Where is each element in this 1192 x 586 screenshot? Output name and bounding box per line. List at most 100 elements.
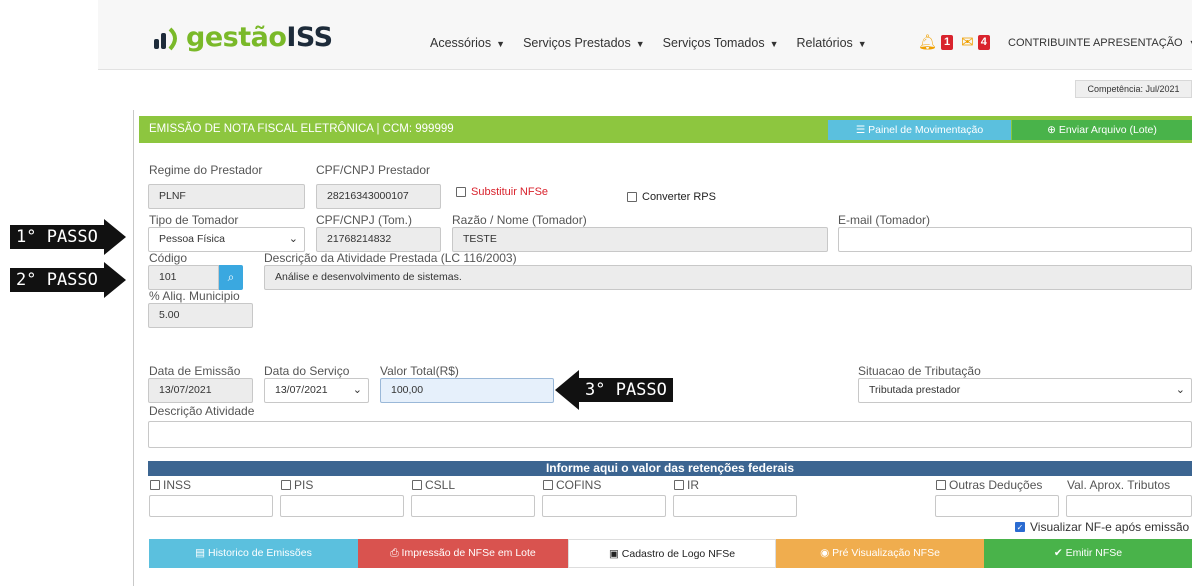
cofins-input[interactable] [542, 495, 666, 517]
ir-input[interactable] [673, 495, 797, 517]
data-servico-select[interactable]: 13/07/2021 ⌄ [264, 378, 369, 403]
competencia-label: Competência: Jul/2021 [1075, 80, 1192, 98]
cpf-tomador-label: CPF/CNPJ (Tom.) [316, 213, 412, 227]
envelope-icon[interactable]: ✉︎ [961, 33, 974, 51]
enviar-arquivo-button[interactable]: ⊕ Enviar Arquivo (Lote) [1012, 120, 1192, 140]
outras-deducoes-checkbox[interactable]: Outras Deduções [936, 478, 1042, 492]
arrow-right-icon [103, 262, 126, 298]
nav-servicos-prestados[interactable]: Serviços Prestados ▼ [523, 36, 645, 50]
situacao-label: Situacao de Tributação [858, 364, 981, 378]
pis-checkbox[interactable]: PIS [281, 478, 313, 492]
caret-down-icon: ▼ [857, 39, 867, 49]
search-codigo-button[interactable]: ⌕ [219, 265, 243, 290]
checkbox-icon [543, 480, 553, 490]
aliq-field: 5.00 [148, 303, 253, 328]
valor-total-label: Valor Total(R$) [380, 364, 459, 378]
list-icon: ▤ [195, 547, 208, 559]
gestaoiss-logo[interactable]: gestãoISS [152, 22, 333, 53]
print-icon: ⎙ [390, 547, 402, 559]
image-icon: ▣ [608, 548, 622, 560]
ir-checkbox[interactable]: IR [674, 478, 699, 492]
emitir-nfse-button[interactable]: ✔ Emitir NFSe [984, 539, 1192, 568]
step1-arrow: 1° PASSO [10, 219, 126, 255]
logo-bars-icon [154, 27, 177, 50]
main-nav: Acessórios ▼ Serviços Prestados ▼ Serviços… [430, 36, 885, 50]
checkbox-checked-icon: ✓ [1015, 522, 1025, 532]
caret-down-icon: ▼ [1189, 38, 1192, 48]
arrow-right-icon [103, 219, 126, 255]
nav-acessorios[interactable]: Acessórios ▼ [430, 36, 505, 50]
descricao-textarea[interactable] [148, 421, 1192, 448]
logo-text-gestao: gestão [186, 22, 287, 53]
checkbox-icon [412, 480, 422, 490]
step2-label: 2° PASSO [10, 268, 104, 292]
checkbox-icon [456, 187, 466, 197]
razao-input[interactable]: TESTE [452, 227, 828, 252]
val-aprox-input[interactable] [1066, 495, 1192, 517]
historico-emissoes-button[interactable]: ▤ Historico de Emissões [149, 539, 358, 568]
checkbox-icon [627, 192, 637, 202]
checkbox-icon [281, 480, 291, 490]
cpf-prestador-label: CPF/CNPJ Prestador [316, 163, 431, 177]
email-input[interactable] [838, 227, 1192, 252]
tipo-tomador-label: Tipo de Tomador [149, 213, 239, 227]
converter-rps-checkbox[interactable]: Converter RPS [627, 191, 716, 203]
painel-movimentacao-button[interactable]: ☰ Painel de Movimentação [828, 120, 1011, 140]
pis-input[interactable] [280, 495, 404, 517]
val-aprox-label: Val. Aprox. Tributos [1067, 478, 1171, 492]
arrow-left-icon [555, 370, 579, 410]
step3-label: 3° PASSO [579, 378, 673, 402]
impressao-lote-button[interactable]: ⎙ Impressão de NFSe em Lote [358, 539, 568, 568]
caret-down-icon: ▼ [496, 39, 506, 49]
chevron-down-icon: ⌄ [1175, 384, 1185, 396]
data-emissao-label: Data de Emissão [149, 364, 241, 378]
step3-arrow: 3° PASSO [555, 370, 673, 410]
checkbox-icon [674, 480, 684, 490]
razao-label: Razão / Nome (Tomador) [452, 213, 587, 227]
regime-label: Regime do Prestador [149, 163, 263, 177]
checkbox-icon [936, 480, 946, 490]
outras-deducoes-input[interactable] [935, 495, 1059, 517]
notifications: 🔔︎ 1 ✉︎ 4 [918, 33, 990, 51]
panel-border [133, 110, 134, 586]
retencoes-title: Informe aqui o valor das retenções feder… [148, 461, 1192, 476]
panel-title: EMISSÃO DE NOTA FISCAL ELETRÔNICA | CCM:… [149, 123, 454, 135]
csll-input[interactable] [411, 495, 535, 517]
cpf-prestador-field: 28216343000107 [316, 184, 441, 209]
list-icon: ☰ [855, 124, 869, 136]
descricao-label: Descrição Atividade [149, 404, 255, 418]
top-navbar: gestãoISS Acessórios ▼ Serviços Prestados… [98, 0, 1192, 70]
cpf-tomador-input[interactable]: 21768214832 [316, 227, 441, 252]
descricao-atividade-prestada-label: Descrição da Atividade Prestada (LC 116/… [264, 251, 517, 265]
nav-servicos-tomados[interactable]: Serviços Tomados ▼ [663, 36, 779, 50]
caret-down-icon: ▼ [635, 39, 645, 49]
valor-total-input[interactable]: 100,00 [380, 378, 554, 403]
pre-visualizacao-button[interactable]: ◉ Pré Visualização NFSe [776, 539, 984, 568]
regime-field: PLNF [148, 184, 305, 209]
nav-relatorios[interactable]: Relatórios ▼ [797, 36, 867, 50]
codigo-input[interactable]: 101 [148, 265, 219, 290]
bell-icon[interactable]: 🔔︎ [918, 33, 937, 51]
tipo-tomador-select[interactable]: Pessoa Física ⌄ [148, 227, 305, 252]
notification-badge: 1 [941, 34, 954, 50]
upload-icon: ⊕ [1047, 124, 1059, 136]
logo-text-iss: ISS [286, 22, 333, 53]
checkbox-icon [150, 480, 160, 490]
mail-badge: 4 [977, 34, 990, 50]
codigo-label: Código [149, 251, 188, 265]
cadastro-logo-button[interactable]: ▣ Cadastro de Logo NFSe [568, 539, 776, 568]
visualizar-nfe-checkbox[interactable]: ✓ Visualizar NF-e após emissão [1015, 520, 1189, 534]
inss-checkbox[interactable]: INSS [150, 478, 191, 492]
data-servico-label: Data do Serviço [264, 364, 350, 378]
csll-checkbox[interactable]: CSLL [412, 478, 455, 492]
data-emissao-field: 13/07/2021 [148, 378, 253, 403]
search-icon: ⌕ [227, 270, 235, 284]
inss-input[interactable] [149, 495, 273, 517]
step2-arrow: 2° PASSO [10, 262, 126, 298]
chevron-down-icon: ⌄ [288, 233, 298, 245]
email-label: E-mail (Tomador) [838, 213, 931, 227]
situacao-select[interactable]: Tributada prestador ⌄ [858, 378, 1192, 403]
cofins-checkbox[interactable]: COFINS [543, 478, 601, 492]
substituir-nfse-checkbox[interactable]: Substituir NFSe [456, 186, 548, 198]
user-menu[interactable]: CONTRIBUINTE APRESENTAÇÃO▼ [1008, 37, 1192, 49]
